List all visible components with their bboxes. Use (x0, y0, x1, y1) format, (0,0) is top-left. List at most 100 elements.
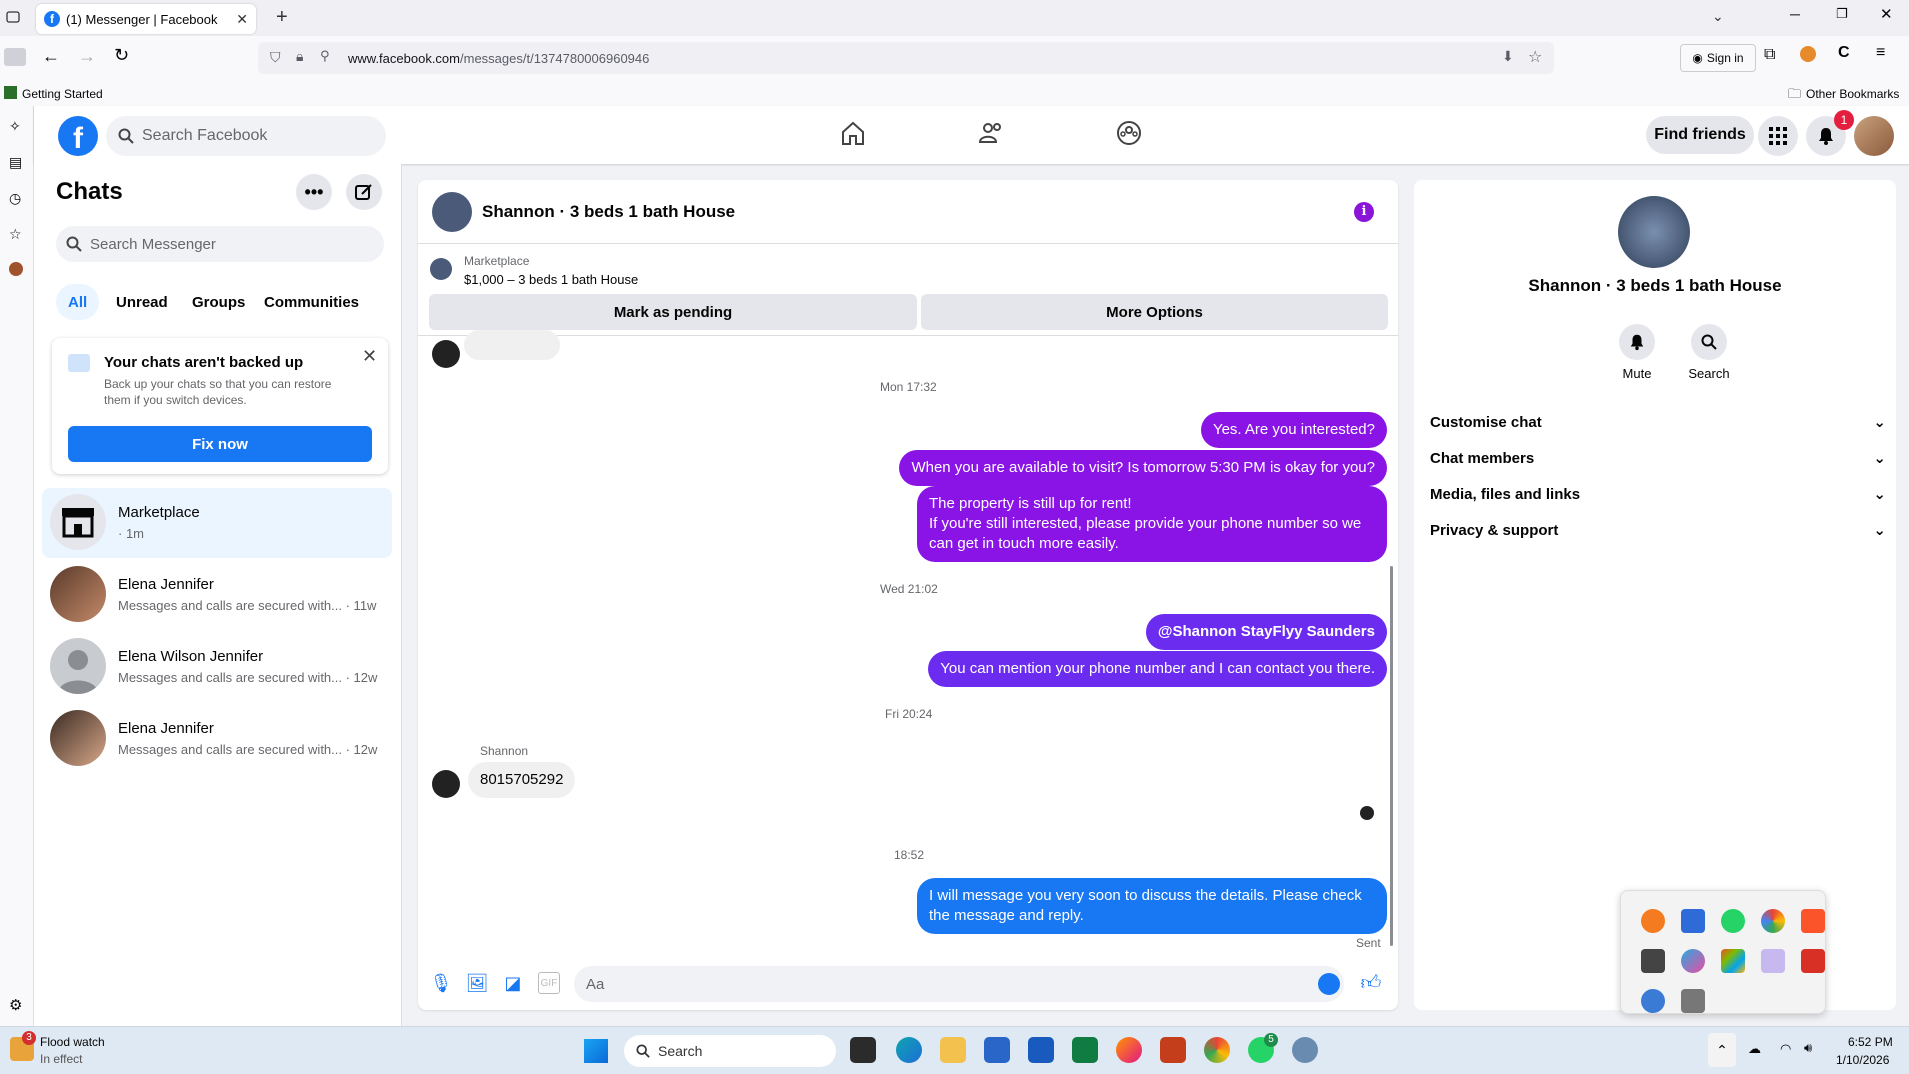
scrollbar[interactable] (1390, 566, 1393, 946)
filter-communities[interactable]: Communities (252, 284, 371, 320)
tray-usb-icon[interactable] (1681, 989, 1705, 1013)
tray-brave-icon[interactable] (1801, 909, 1825, 933)
bookmarks-icon[interactable]: ☆ (9, 226, 22, 243)
cookie-icon[interactable] (9, 262, 23, 276)
word-icon[interactable] (1028, 1037, 1054, 1063)
new-tab-button[interactable]: + (276, 6, 288, 29)
history-icon[interactable]: ◷ (9, 190, 21, 207)
sidebar-toggle-icon[interactable] (4, 48, 26, 66)
tray-color-icon[interactable] (1761, 909, 1785, 933)
profile-avatar[interactable] (1854, 116, 1894, 156)
chat-item-elena-jennifer-2[interactable]: Elena Jennifer Messages and calls are se… (42, 704, 392, 774)
weather-title[interactable]: Flood watch (40, 1035, 105, 1049)
facebook-search-input[interactable]: Search Facebook (106, 116, 386, 156)
find-friends-button[interactable]: Find friends (1646, 116, 1754, 154)
filter-all[interactable]: All (56, 284, 100, 320)
chrome-icon[interactable] (1204, 1037, 1230, 1063)
forward-icon[interactable]: → (78, 46, 96, 67)
mark-as-pending-button[interactable]: Mark as pending (429, 294, 917, 330)
powerpoint-icon[interactable] (1160, 1037, 1186, 1063)
chat-options-button[interactable]: ••• (296, 174, 332, 210)
file-explorer-icon[interactable] (940, 1037, 966, 1063)
close-window-icon[interactable]: ✕ (1880, 5, 1893, 23)
sidebar-settings-icon[interactable]: ⚙ (9, 996, 22, 1014)
conversation-avatar[interactable] (432, 192, 472, 232)
extensions-icon[interactable]: ⧉ (1764, 46, 1775, 64)
close-icon[interactable]: ✕ (362, 346, 377, 367)
volume-icon[interactable]: 🔊︎ (1804, 1040, 1812, 1056)
gif-icon[interactable]: GIF (538, 972, 560, 994)
clock-time[interactable]: 6:52 PM (1848, 1035, 1893, 1049)
url-bar[interactable]: ⛉ 🔒︎ ⚲ www.facebook.com/messages/t/13747… (258, 42, 1554, 74)
home-icon[interactable] (838, 118, 874, 154)
tray-pdf-icon[interactable] (1801, 949, 1825, 973)
permissions-icon[interactable]: ⚲ (320, 48, 330, 64)
tray-copilot-icon[interactable] (1681, 949, 1705, 973)
section-customise-chat[interactable]: Customise chat ⌄ (1430, 402, 1886, 442)
sender-avatar[interactable] (432, 770, 460, 798)
groups-icon[interactable] (1114, 118, 1150, 154)
filter-unread[interactable]: Unread (104, 284, 180, 320)
info-icon[interactable]: i (1354, 202, 1374, 222)
task-view-icon[interactable] (850, 1037, 876, 1063)
extension-fox-icon[interactable] (1800, 46, 1816, 62)
section-chat-members[interactable]: Chat members ⌄ (1430, 438, 1886, 478)
tray-whatsapp-icon[interactable] (1721, 909, 1745, 933)
tray-windows-icon[interactable] (1721, 949, 1745, 973)
chat-item-elena-wilson-jennifer[interactable]: Elena Wilson Jennifer Messages and calls… (42, 632, 392, 702)
tab-messenger[interactable]: f (1) Messenger | Facebook ✕ (36, 4, 256, 34)
conversation-title[interactable]: Shannon · 3 beds 1 bath House (482, 202, 735, 222)
filter-groups[interactable]: Groups (180, 284, 257, 320)
start-windows-icon[interactable] (584, 1039, 608, 1063)
search-in-chat-button[interactable]: Search (1674, 324, 1744, 381)
ai-sparkle-icon[interactable]: ✧ (9, 118, 21, 135)
tray-chevron-up-icon[interactable]: ⌃ (1708, 1033, 1736, 1067)
tab-overflow-icon[interactable]: ⌄ (1712, 8, 1724, 25)
store-icon[interactable] (984, 1037, 1010, 1063)
microphone-icon[interactable]: 🎙︎ (430, 972, 453, 994)
other-bookmarks[interactable]: Other Bookmarks (1806, 87, 1899, 101)
tray-trash-icon[interactable] (1641, 949, 1665, 973)
tab-list-icon[interactable] (4, 8, 22, 26)
clock-date[interactable]: 1/10/2026 (1836, 1053, 1889, 1067)
sign-in-button[interactable]: ◉ Sign in (1680, 44, 1756, 72)
firefox-icon[interactable] (1116, 1037, 1142, 1063)
fix-now-button[interactable]: Fix now (68, 426, 372, 462)
minimize-icon[interactable]: ─ (1790, 6, 1800, 22)
mute-button[interactable]: Mute (1602, 324, 1672, 381)
tray-shield-icon[interactable] (1641, 989, 1665, 1013)
restore-icon[interactable]: ❐ (1836, 6, 1848, 22)
chat-item-marketplace[interactable]: Marketplace · 1m (42, 488, 392, 558)
listing-title[interactable]: $1,000 – 3 beds 1 bath House (464, 272, 638, 287)
section-privacy-support[interactable]: Privacy & support ⌄ (1430, 510, 1886, 550)
thumbs-up-icon[interactable]: 👍︎ (1360, 972, 1382, 994)
tray-pen-icon[interactable] (1761, 949, 1785, 973)
back-icon[interactable]: ← (42, 46, 60, 67)
excel-icon[interactable] (1072, 1037, 1098, 1063)
info-avatar[interactable] (1618, 196, 1690, 268)
extension-c-icon[interactable]: C (1838, 44, 1850, 62)
new-message-button[interactable] (346, 174, 382, 210)
section-media-files-links[interactable]: Media, files and links ⌄ (1430, 474, 1886, 514)
reload-icon[interactable]: ↻ (114, 45, 129, 66)
bookmark-star-icon[interactable]: ☆ (1528, 47, 1542, 67)
menu-grid-button[interactable] (1758, 116, 1798, 156)
taskbar-search-input[interactable]: Search (624, 1035, 836, 1067)
chat-item-elena-jennifer[interactable]: Elena Jennifer Messages and calls are se… (42, 560, 392, 630)
bookmark-getting-started[interactable]: Getting Started (22, 87, 103, 101)
app-icon[interactable] (1292, 1037, 1318, 1063)
tray-info-icon[interactable] (1681, 909, 1705, 933)
edge-icon[interactable] (896, 1037, 922, 1063)
synced-tabs-icon[interactable]: ▤ (9, 154, 22, 171)
photo-icon[interactable]: 🖼︎ (466, 972, 489, 994)
menu-icon[interactable]: ≡ (1876, 44, 1885, 62)
wifi-icon[interactable]: ◠ (1780, 1041, 1791, 1057)
message-input[interactable]: Aa (574, 966, 1344, 1002)
more-options-button[interactable]: More Options (921, 294, 1388, 330)
cloud-off-icon[interactable]: ☁ (1748, 1041, 1761, 1057)
close-tab-icon[interactable]: ✕ (236, 11, 248, 28)
friends-icon[interactable] (976, 118, 1012, 154)
emoji-icon[interactable] (1318, 973, 1340, 995)
save-page-icon[interactable]: ⬇ (1502, 48, 1514, 65)
sticker-icon[interactable]: ◪ (502, 972, 524, 994)
